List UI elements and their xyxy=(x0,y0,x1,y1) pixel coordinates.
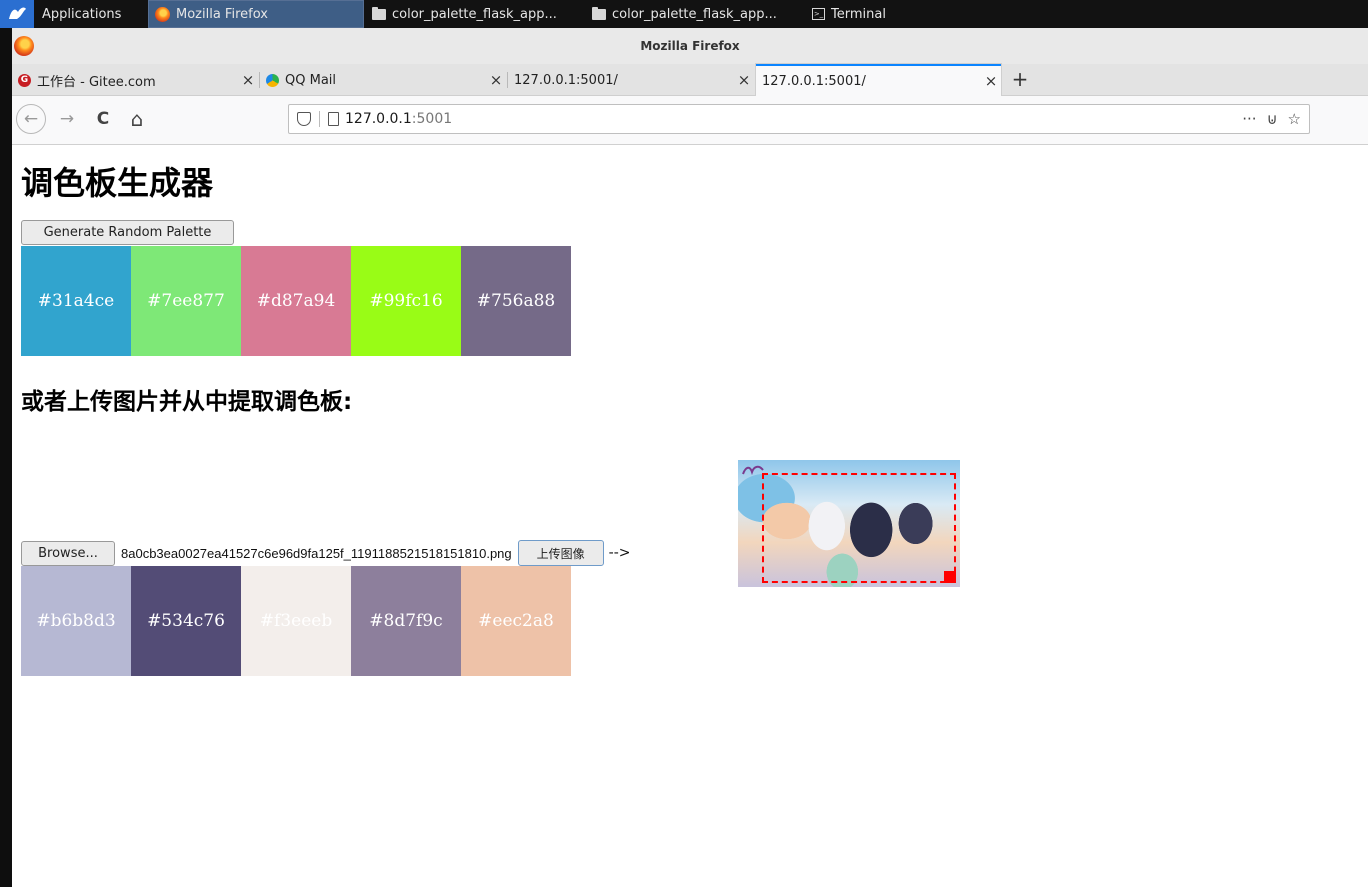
random-palette: #31a4ce #7ee877 #d87a94 #99fc16 #756a88 xyxy=(21,246,571,356)
uploaded-image-preview[interactable] xyxy=(738,460,960,587)
color-swatch: #8d7f9c xyxy=(351,566,461,676)
url-divider xyxy=(319,111,320,127)
reload-button[interactable]: C xyxy=(90,104,116,134)
firefox-icon xyxy=(155,6,170,22)
tab-close-icon[interactable]: × xyxy=(981,72,1001,90)
taskbar-item-label: color_palette_flask_app... xyxy=(392,6,557,22)
page-actions-icon[interactable]: ··· xyxy=(1242,110,1256,128)
taskbar-item-label: color_palette_flask_app... xyxy=(612,6,777,22)
tab-label: 127.0.0.1:5001/ xyxy=(514,72,618,88)
window-title: Mozilla Firefox xyxy=(640,39,740,53)
upload-image-button[interactable]: 上传图像 xyxy=(517,540,604,566)
taskbar-item-label: Terminal xyxy=(831,6,886,22)
color-swatch: #7ee877 xyxy=(131,246,241,356)
tab-label: 127.0.0.1:5001/ xyxy=(762,73,866,89)
qq-mail-favicon-icon xyxy=(266,73,279,87)
url-host: 127.0.0.1 xyxy=(345,111,412,127)
back-button[interactable]: ← xyxy=(16,104,46,134)
firefox-window: Mozilla Firefox G 工作台 - Gitee.com × QQ M… xyxy=(12,28,1368,887)
home-button[interactable]: ⌂ xyxy=(124,104,150,134)
browse-button[interactable]: Browse... xyxy=(21,540,115,566)
color-swatch: #eec2a8 xyxy=(461,566,571,676)
pocket-icon[interactable]: ⊍ xyxy=(1267,110,1278,128)
navigation-toolbar: ← → C ⌂ 127.0.0.1 :5001 ··· ⊍ ☆ xyxy=(12,96,1368,145)
tab-qq-mail[interactable]: QQ Mail × xyxy=(260,64,508,96)
gitee-favicon-icon: G xyxy=(18,73,31,87)
taskbar-item-firefox[interactable]: Mozilla Firefox xyxy=(148,0,364,28)
page-content: 调色板生成器 Generate Random Palette #31a4ce #… xyxy=(12,146,1368,887)
tab-localhost-active[interactable]: 127.0.0.1:5001/ × xyxy=(756,64,1001,96)
tracking-shield-icon[interactable] xyxy=(297,112,311,126)
color-swatch: #756a88 xyxy=(461,246,571,356)
xfce-logo-icon xyxy=(0,0,34,28)
desktop-background xyxy=(0,28,12,887)
tab-gitee[interactable]: G 工作台 - Gitee.com × xyxy=(12,64,260,96)
crop-resize-handle[interactable] xyxy=(944,571,956,583)
tab-label: 工作台 - Gitee.com xyxy=(37,74,156,90)
folder-icon xyxy=(592,6,606,20)
url-bar[interactable]: 127.0.0.1 :5001 ··· ⊍ ☆ xyxy=(288,104,1310,134)
tab-localhost-1[interactable]: 127.0.0.1:5001/ × xyxy=(508,64,754,96)
firefox-logo-icon xyxy=(14,36,34,56)
upload-form: Browse... 8a0cb3ea0027ea41527c6e96d9fa12… xyxy=(21,540,630,566)
applications-label: Applications xyxy=(42,6,122,22)
url-actions: ··· ⊍ ☆ xyxy=(1242,105,1301,133)
tab-close-icon[interactable]: × xyxy=(734,71,754,89)
forward-button[interactable]: → xyxy=(54,104,80,134)
color-swatch: #f3eeeb xyxy=(241,566,351,676)
color-swatch: #d87a94 xyxy=(241,246,351,356)
image-logo-icon xyxy=(742,464,764,479)
tab-close-icon[interactable]: × xyxy=(238,71,258,89)
taskbar: Applications Mozilla Firefox color_palet… xyxy=(0,0,1368,28)
taskbar-item-folder-2[interactable]: color_palette_flask_app... xyxy=(586,0,806,28)
taskbar-item-label: Mozilla Firefox xyxy=(176,6,268,22)
applications-menu[interactable]: Applications xyxy=(0,0,142,28)
tab-label: QQ Mail xyxy=(285,72,337,88)
url-port: :5001 xyxy=(411,111,453,127)
terminal-icon: >_ xyxy=(812,8,825,20)
taskbar-item-folder-1[interactable]: color_palette_flask_app... xyxy=(366,0,586,28)
bookmark-star-icon[interactable]: ☆ xyxy=(1288,110,1301,128)
tab-strip: G 工作台 - Gitee.com × QQ Mail × 127.0.0.1:… xyxy=(12,64,1368,96)
color-swatch: #31a4ce xyxy=(21,246,131,356)
color-swatch: #b6b8d3 xyxy=(21,566,131,676)
new-tab-button[interactable]: + xyxy=(1008,64,1032,96)
page-info-icon[interactable] xyxy=(328,112,339,126)
page-title: 调色板生成器 xyxy=(21,164,214,202)
color-swatch: #99fc16 xyxy=(351,246,461,356)
window-titlebar: Mozilla Firefox xyxy=(12,28,1368,64)
folder-icon xyxy=(372,6,386,20)
crop-selection-box[interactable] xyxy=(762,473,956,583)
extracted-palette: #b6b8d3 #534c76 #f3eeeb #8d7f9c #eec2a8 xyxy=(21,566,571,676)
selected-file-name: 8a0cb3ea0027ea41527c6e96d9fa125f_1191188… xyxy=(121,545,512,561)
upload-heading: 或者上传图片并从中提取调色板: xyxy=(21,389,353,415)
taskbar-item-terminal[interactable]: >_ Terminal xyxy=(806,0,1024,28)
arrow-text: --> xyxy=(608,545,631,561)
generate-random-palette-button[interactable]: Generate Random Palette xyxy=(21,220,234,245)
tab-close-icon[interactable]: × xyxy=(486,71,506,89)
color-swatch: #534c76 xyxy=(131,566,241,676)
